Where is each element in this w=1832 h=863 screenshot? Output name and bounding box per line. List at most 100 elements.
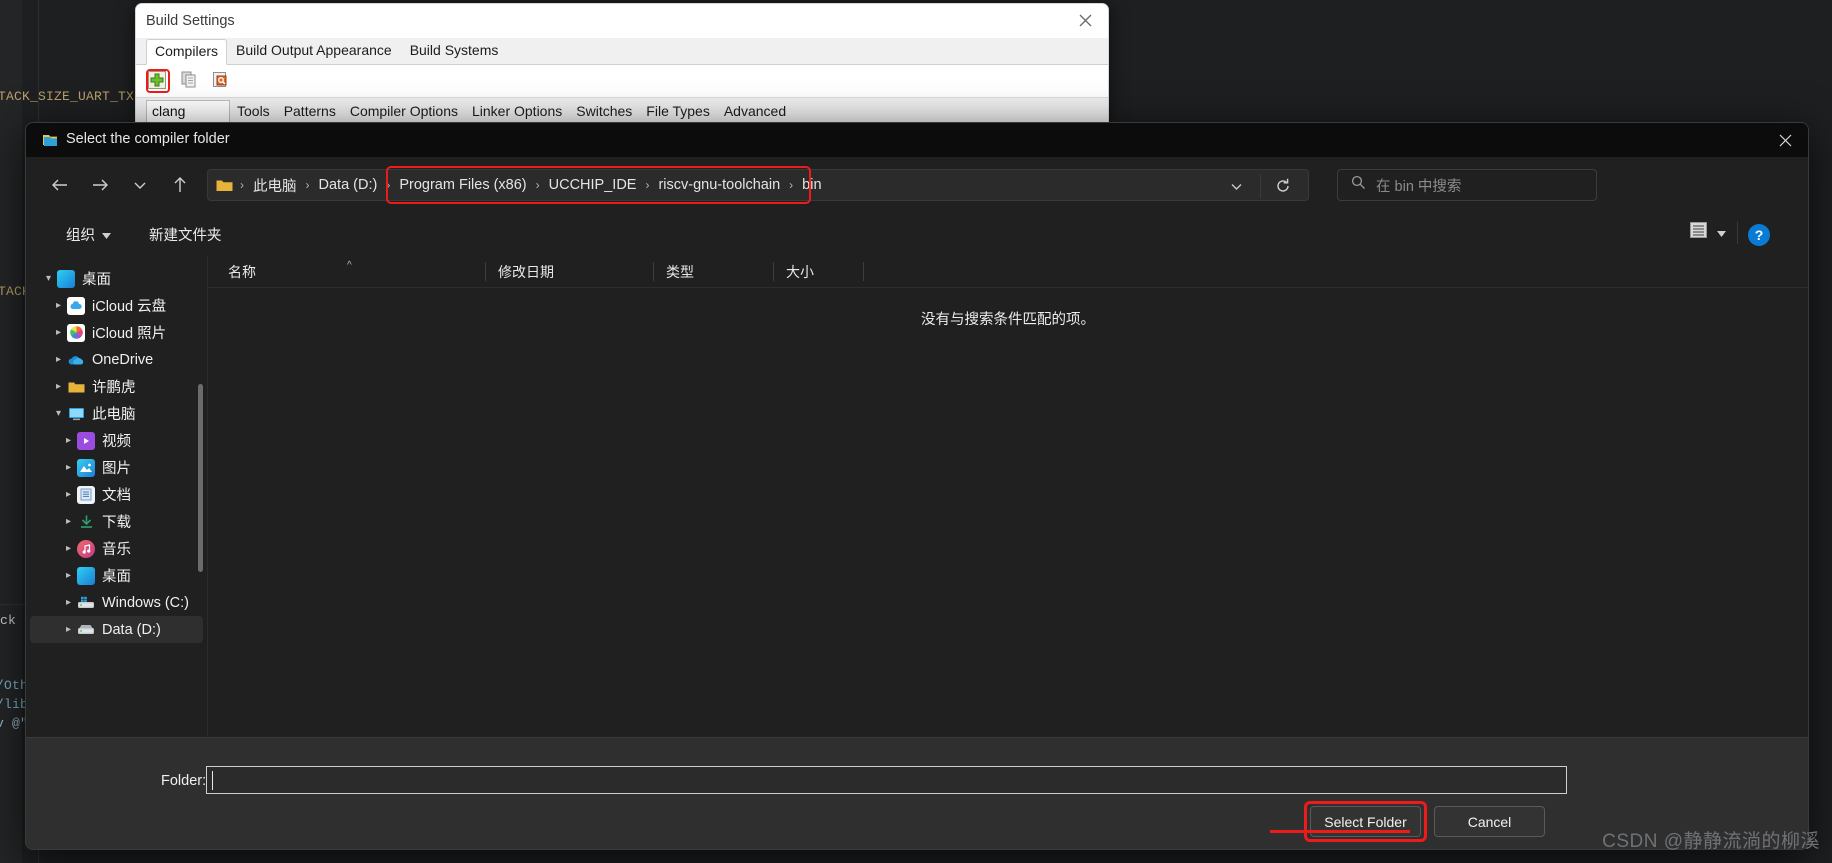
breadcrumb-bin[interactable]: bin <box>800 177 823 193</box>
subtab-tools[interactable]: Tools <box>230 100 277 124</box>
column-header-size[interactable]: 大小 <box>774 256 864 287</box>
dialog-body: ▾ 桌面 ▸ iCloud 云盘 ▸ iCloud 照片 ▸ OneDrive … <box>26 256 1808 738</box>
column-header-date-modified[interactable]: 修改日期 <box>486 256 654 287</box>
music-icon <box>77 539 95 558</box>
add-compiler-icon[interactable] <box>148 71 168 91</box>
sidebar-item-downloads[interactable]: ▸ 下载 <box>30 508 203 535</box>
chevron-down-icon[interactable]: ▾ <box>50 408 67 419</box>
sidebar-item-desktop-child[interactable]: ▸ 桌面 <box>30 562 203 589</box>
chevron-right-icon[interactable]: ▸ <box>50 381 67 392</box>
cancel-button[interactable]: Cancel <box>1434 806 1545 837</box>
breadcrumb-program-files-x86[interactable]: Program Files (x86) <box>397 177 528 193</box>
chevron-right-icon[interactable]: ▸ <box>60 597 77 608</box>
chevron-right-icon[interactable]: ▸ <box>60 543 77 554</box>
sidebar-item-label: iCloud 照片 <box>92 326 167 342</box>
code-line: ck <box>0 613 17 628</box>
sidebar-item-label: 文档 <box>102 488 131 504</box>
breadcrumb-separator: › <box>305 178 310 192</box>
file-list-column-header: 名称 ^ 修改日期 类型 大小 <box>208 256 1808 288</box>
sidebar-item-data-d[interactable]: ▸ Data (D:) <box>30 616 203 643</box>
sidebar-item-label: 桌面 <box>82 272 111 288</box>
caret-down-icon <box>1717 224 1726 242</box>
chevron-right-icon[interactable]: ▸ <box>50 327 67 338</box>
select-folder-dialog: Select the compiler folder › 此电脑 › Data … <box>25 122 1809 850</box>
column-header-type-label: 类型 <box>666 263 694 280</box>
copy-compiler-icon[interactable] <box>181 71 201 91</box>
sidebar-item-label: Data (D:) <box>102 621 161 638</box>
breadcrumb-this-pc[interactable]: 此电脑 <box>251 175 299 196</box>
dialog-navbar: › 此电脑 › Data (D:) › Program Files (x86) … <box>26 157 1808 213</box>
close-icon[interactable] <box>1062 4 1108 36</box>
breadcrumb-ucchip-ide[interactable]: UCCHIP_IDE <box>547 177 639 193</box>
arrow-right-icon[interactable] <box>84 169 116 201</box>
folder-icon <box>216 178 233 192</box>
sidebar-item-user-folder[interactable]: ▸ 许鹏虎 <box>30 373 203 400</box>
sidebar-item-music[interactable]: ▸ 音乐 <box>30 535 203 562</box>
arrow-up-icon[interactable] <box>164 169 196 201</box>
inspect-compiler-icon[interactable] <box>212 71 232 91</box>
chevron-right-icon[interactable]: ▸ <box>60 435 77 446</box>
chevron-right-icon[interactable]: ▸ <box>60 489 77 500</box>
breadcrumb-separator: › <box>535 178 540 192</box>
dialog-command-bar: 组织 新建文件夹 ? <box>26 213 1808 256</box>
downloads-icon <box>77 513 95 531</box>
icloud-photos-icon <box>67 323 85 342</box>
search-icon <box>1351 175 1366 195</box>
chevron-right-icon[interactable]: ▸ <box>60 624 77 635</box>
chevron-right-icon[interactable]: ▸ <box>60 462 77 473</box>
tab-build-output-appearance[interactable]: Build Output Appearance <box>227 38 401 64</box>
sidebar-item-icloud-photos[interactable]: ▸ iCloud 照片 <box>30 319 203 346</box>
sidebar-item-this-pc[interactable]: ▾ 此电脑 <box>30 400 203 427</box>
subtab-compiler-options[interactable]: Compiler Options <box>343 100 465 124</box>
subtab-switches[interactable]: Switches <box>569 100 639 124</box>
code-line: v @" <box>0 716 29 731</box>
sidebar-scrollbar[interactable] <box>198 384 203 572</box>
close-icon[interactable] <box>1762 123 1808 157</box>
chevron-right-icon[interactable]: ▸ <box>60 516 77 527</box>
chevron-down-icon[interactable] <box>124 169 156 201</box>
tab-compilers[interactable]: Compilers <box>146 39 228 65</box>
search-placeholder: 在 bin 中搜索 <box>1376 178 1462 195</box>
subtab-linker-options[interactable]: Linker Options <box>465 100 569 124</box>
breadcrumb-riscv-gnu-toolchain[interactable]: riscv-gnu-toolchain <box>656 177 782 193</box>
subtab-patterns[interactable]: Patterns <box>277 100 343 124</box>
breadcrumb-data-d[interactable]: Data (D:) <box>317 177 380 193</box>
organize-button[interactable]: 组织 <box>66 224 111 245</box>
column-header-type[interactable]: 类型 <box>654 256 774 287</box>
highlight-stroke <box>1270 830 1410 833</box>
desktop-icon <box>77 566 95 585</box>
sidebar-item-pictures[interactable]: ▸ 图片 <box>30 454 203 481</box>
search-input[interactable]: 在 bin 中搜索 <box>1337 169 1597 201</box>
chevron-right-icon[interactable]: ▸ <box>50 300 67 311</box>
help-icon[interactable]: ? <box>1748 224 1770 246</box>
new-folder-button[interactable]: 新建文件夹 <box>149 224 222 245</box>
sidebar-item-documents[interactable]: ▸ 文档 <box>30 481 203 508</box>
chevron-down-icon[interactable]: ▾ <box>40 273 57 284</box>
sidebar-item-onedrive[interactable]: ▸ OneDrive <box>30 346 203 373</box>
arrow-left-icon[interactable] <box>44 169 76 201</box>
column-divider[interactable] <box>863 262 864 281</box>
view-options-button[interactable] <box>1689 221 1726 244</box>
subtab-file-types[interactable]: File Types <box>639 100 717 124</box>
sidebar-item-windows-c[interactable]: ▸ Windows (C:) <box>30 589 203 616</box>
file-list-pane: 名称 ^ 修改日期 类型 大小 没有与搜索条件匹配的项。 <box>208 256 1808 738</box>
dialog-titlebar: Select the compiler folder <box>26 123 1808 157</box>
refresh-icon[interactable] <box>1270 175 1296 197</box>
chevron-down-icon[interactable] <box>1224 177 1248 195</box>
folder-field-label: Folder: <box>161 773 207 789</box>
watermark: CSDN @静静流淌的柳溪 <box>1602 831 1820 852</box>
sidebar-item-icloud-drive[interactable]: ▸ iCloud 云盘 <box>30 292 203 319</box>
sidebar-item-label: 视频 <box>102 434 131 450</box>
folder-input[interactable] <box>206 766 1567 794</box>
address-bar[interactable]: › 此电脑 › Data (D:) › Program Files (x86) … <box>207 166 1309 204</box>
column-header-name[interactable]: 名称 ^ <box>208 256 486 287</box>
compiler-name-input[interactable]: clang <box>146 100 230 124</box>
column-header-date-label: 修改日期 <box>498 263 554 280</box>
tab-build-systems[interactable]: Build Systems <box>401 38 508 64</box>
chevron-right-icon[interactable]: ▸ <box>60 570 77 581</box>
sidebar-item-desktop[interactable]: ▾ 桌面 <box>30 265 203 292</box>
chevron-right-icon[interactable]: ▸ <box>50 354 67 365</box>
folder-app-icon <box>43 133 58 147</box>
subtab-advanced[interactable]: Advanced <box>717 100 793 124</box>
sidebar-item-videos[interactable]: ▸ 视频 <box>30 427 203 454</box>
